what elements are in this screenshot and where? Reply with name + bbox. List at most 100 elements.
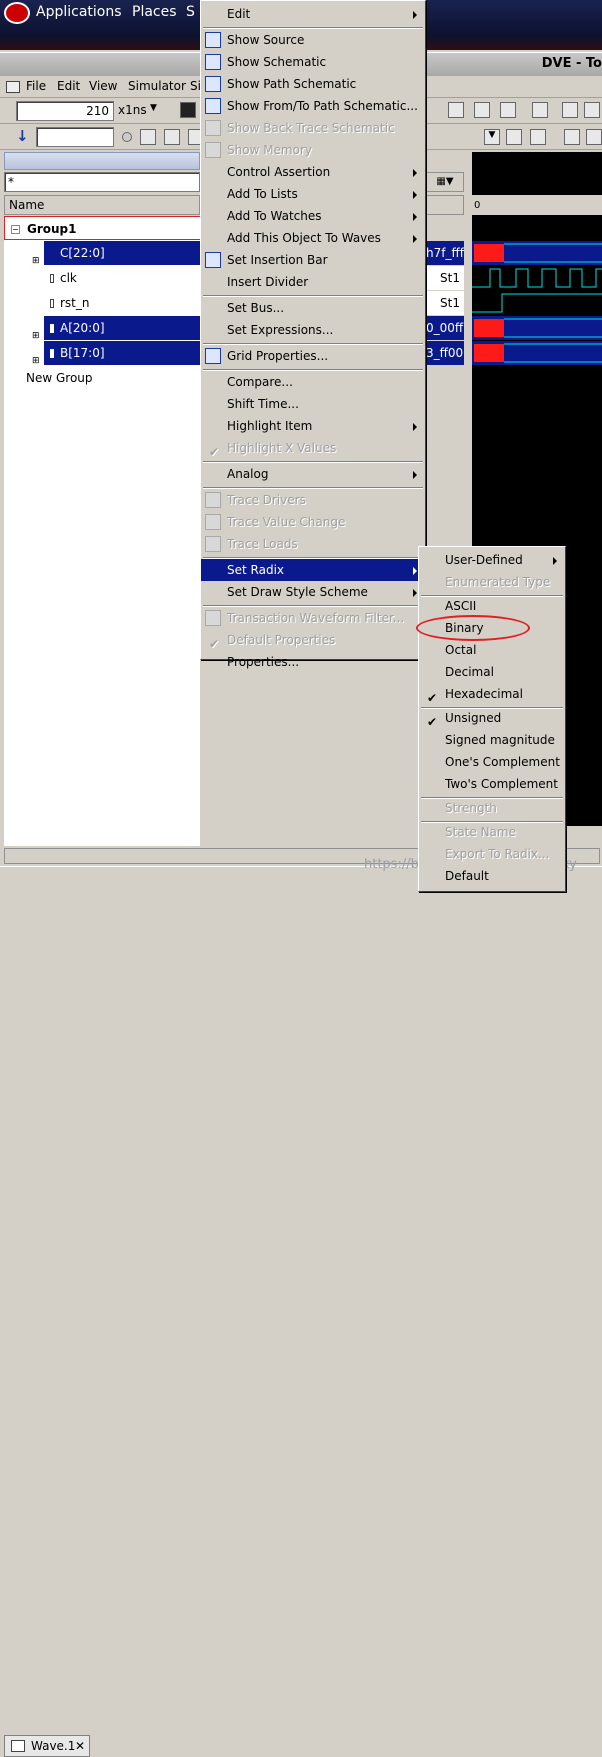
zoom-icon[interactable]	[506, 129, 522, 145]
menu-item-octal[interactable]: Octal	[419, 639, 565, 661]
tree-row-clk[interactable]: clk	[44, 266, 200, 290]
menu-item-label: Trace Loads	[227, 537, 298, 551]
find-prev-icon[interactable]	[164, 129, 180, 145]
menu-edit[interactable]: Edit	[57, 79, 80, 93]
menu-item-hexadecimal[interactable]: Hexadecimal ✔	[419, 683, 565, 705]
tree-row-a[interactable]: A[20:0]	[44, 316, 200, 340]
menu-item-highlight-item[interactable]: Highlight Item	[201, 415, 425, 437]
menu-item-show-path-schematic[interactable]: Show Path Schematic	[201, 73, 425, 95]
menu-simulator[interactable]: Simulator	[128, 79, 186, 93]
submenu-arrow-icon	[413, 567, 417, 575]
menu-item-control-assertion[interactable]: Control Assertion	[201, 161, 425, 183]
tree-row-new-group[interactable]: New Group	[4, 366, 200, 390]
expand-icon[interactable]: ⊞	[32, 256, 40, 266]
menu-item-add-to-watches[interactable]: Add To Watches	[201, 205, 425, 227]
search-input[interactable]	[36, 127, 114, 147]
menu-item-enumerated-type: Enumerated Type	[419, 571, 565, 593]
menu-item-two-s-complement[interactable]: Two's Complement	[419, 773, 565, 795]
chevron-down-icon[interactable]: ▼	[484, 129, 500, 145]
menu-item-label: Enumerated Type	[445, 575, 551, 589]
menu-item-label: Default Properties	[227, 633, 336, 647]
trace-icon[interactable]	[500, 102, 516, 118]
menu-item-edit[interactable]: Edit	[201, 3, 425, 25]
menu-item-label: Show From/To Path Schematic...	[227, 99, 418, 113]
bus-icon	[50, 349, 54, 358]
menu-item-grid-properties[interactable]: Grid Properties...	[201, 345, 425, 367]
time-unit-select[interactable]: x1ns	[118, 103, 147, 117]
menu-item-analog[interactable]: Analog	[201, 463, 425, 485]
menu-item-ascii[interactable]: ASCII	[419, 595, 565, 617]
system-menu[interactable]: S	[186, 4, 195, 20]
menu-item-add-this-object-to-waves[interactable]: Add This Object To Waves	[201, 227, 425, 249]
menu-item-default[interactable]: Default	[419, 865, 565, 887]
wave-b-segment	[474, 344, 504, 362]
source-icon	[205, 32, 221, 48]
wave-tab-icon	[11, 1740, 25, 1752]
find-next-icon[interactable]	[140, 129, 156, 145]
menu-file[interactable]: File	[26, 79, 46, 93]
wave-rst	[472, 293, 602, 313]
menu-item-label: Set Radix	[227, 563, 284, 577]
memory-icon	[205, 142, 221, 158]
menu-item-shift-time[interactable]: Shift Time...	[201, 393, 425, 415]
radio-icon[interactable]	[122, 132, 132, 142]
menu-item-properties[interactable]: Properties...	[201, 651, 425, 673]
tree-row-b[interactable]: B[17:0]	[44, 341, 200, 365]
trace-value-icon	[205, 514, 221, 530]
insertion-bar-icon	[205, 252, 221, 268]
menu-item-set-expressions[interactable]: Set Expressions...	[201, 319, 425, 341]
menu-item-decimal[interactable]: Decimal	[419, 661, 565, 683]
zoom-out-icon[interactable]	[530, 129, 546, 145]
filter-input[interactable]: *	[4, 172, 200, 192]
app-icon	[6, 81, 20, 93]
trace-loads-icon	[205, 536, 221, 552]
time-input[interactable]: 210	[16, 101, 114, 121]
menu-item-label: Analog	[227, 467, 269, 481]
menu-item-label: Transaction Waveform Filter...	[227, 611, 405, 625]
tab-wave1[interactable]: Wave.1 ✕	[4, 1735, 90, 1757]
menu-item-set-bus[interactable]: Set Bus...	[201, 297, 425, 319]
places-menu[interactable]: Places	[132, 4, 177, 20]
redhat-logo-icon[interactable]	[4, 2, 30, 24]
menu-item-show-schematic[interactable]: Show Schematic	[201, 51, 425, 73]
tree-row-rst[interactable]: rst_n	[44, 291, 200, 315]
close-icon[interactable]: ✕	[75, 1736, 85, 1756]
menu-item-signed-magnitude[interactable]: Signed magnitude	[419, 729, 565, 751]
menu-item-label: User-Defined	[445, 553, 523, 567]
menu-item-set-insertion-bar[interactable]: Set Insertion Bar	[201, 249, 425, 271]
name-column-header[interactable]: Name	[4, 195, 200, 215]
menu-item-label: Strength	[445, 801, 497, 815]
run-icon[interactable]	[180, 102, 196, 118]
menu-item-unsigned[interactable]: Unsigned ✔	[419, 707, 565, 729]
schematic-icon[interactable]	[448, 102, 464, 118]
mark-icon[interactable]	[562, 102, 578, 118]
tree-row-c[interactable]: C[22:0]	[44, 241, 200, 265]
stop-icon[interactable]	[564, 129, 580, 145]
menu-item-add-to-lists[interactable]: Add To Lists	[201, 183, 425, 205]
menu-item-show-from-to-path-schematic[interactable]: Show From/To Path Schematic...	[201, 95, 425, 117]
menu-view[interactable]: View	[89, 79, 117, 93]
menu-item-set-radix[interactable]: Set Radix	[201, 559, 425, 581]
wave-icon[interactable]	[586, 129, 602, 145]
menu-item-user-defined[interactable]: User-Defined	[419, 549, 565, 571]
filter-icon[interactable]: ▦▼	[426, 172, 464, 192]
collapse-icon[interactable]: −	[11, 225, 20, 234]
path-icon[interactable]	[474, 102, 490, 118]
expand-icon[interactable]: ⊞	[32, 331, 40, 341]
tree-row-group1[interactable]: − Group1	[4, 216, 200, 240]
applications-menu[interactable]: Applications	[36, 4, 122, 20]
menu-item-compare[interactable]: Compare...	[201, 371, 425, 393]
chevron-down-icon[interactable]: ▼	[150, 103, 157, 113]
menu-item-set-draw-style-scheme[interactable]: Set Draw Style Scheme	[201, 581, 425, 603]
expand-icon[interactable]: ⊞	[32, 356, 40, 366]
arrow-down-icon[interactable]: ↓	[16, 127, 29, 145]
menu-item-show-source[interactable]: Show Source	[201, 29, 425, 51]
document-icon[interactable]	[532, 102, 548, 118]
menu-item-one-s-complement[interactable]: One's Complement	[419, 751, 565, 773]
menu-item-label: Add This Object To Waves	[227, 231, 381, 245]
menu-item-insert-divider[interactable]: Insert Divider	[201, 271, 425, 293]
mark2-icon[interactable]	[584, 102, 600, 118]
value-column-header[interactable]	[426, 195, 464, 215]
menu-item-label: Octal	[445, 643, 477, 657]
menu-item-label: Shift Time...	[227, 397, 299, 411]
